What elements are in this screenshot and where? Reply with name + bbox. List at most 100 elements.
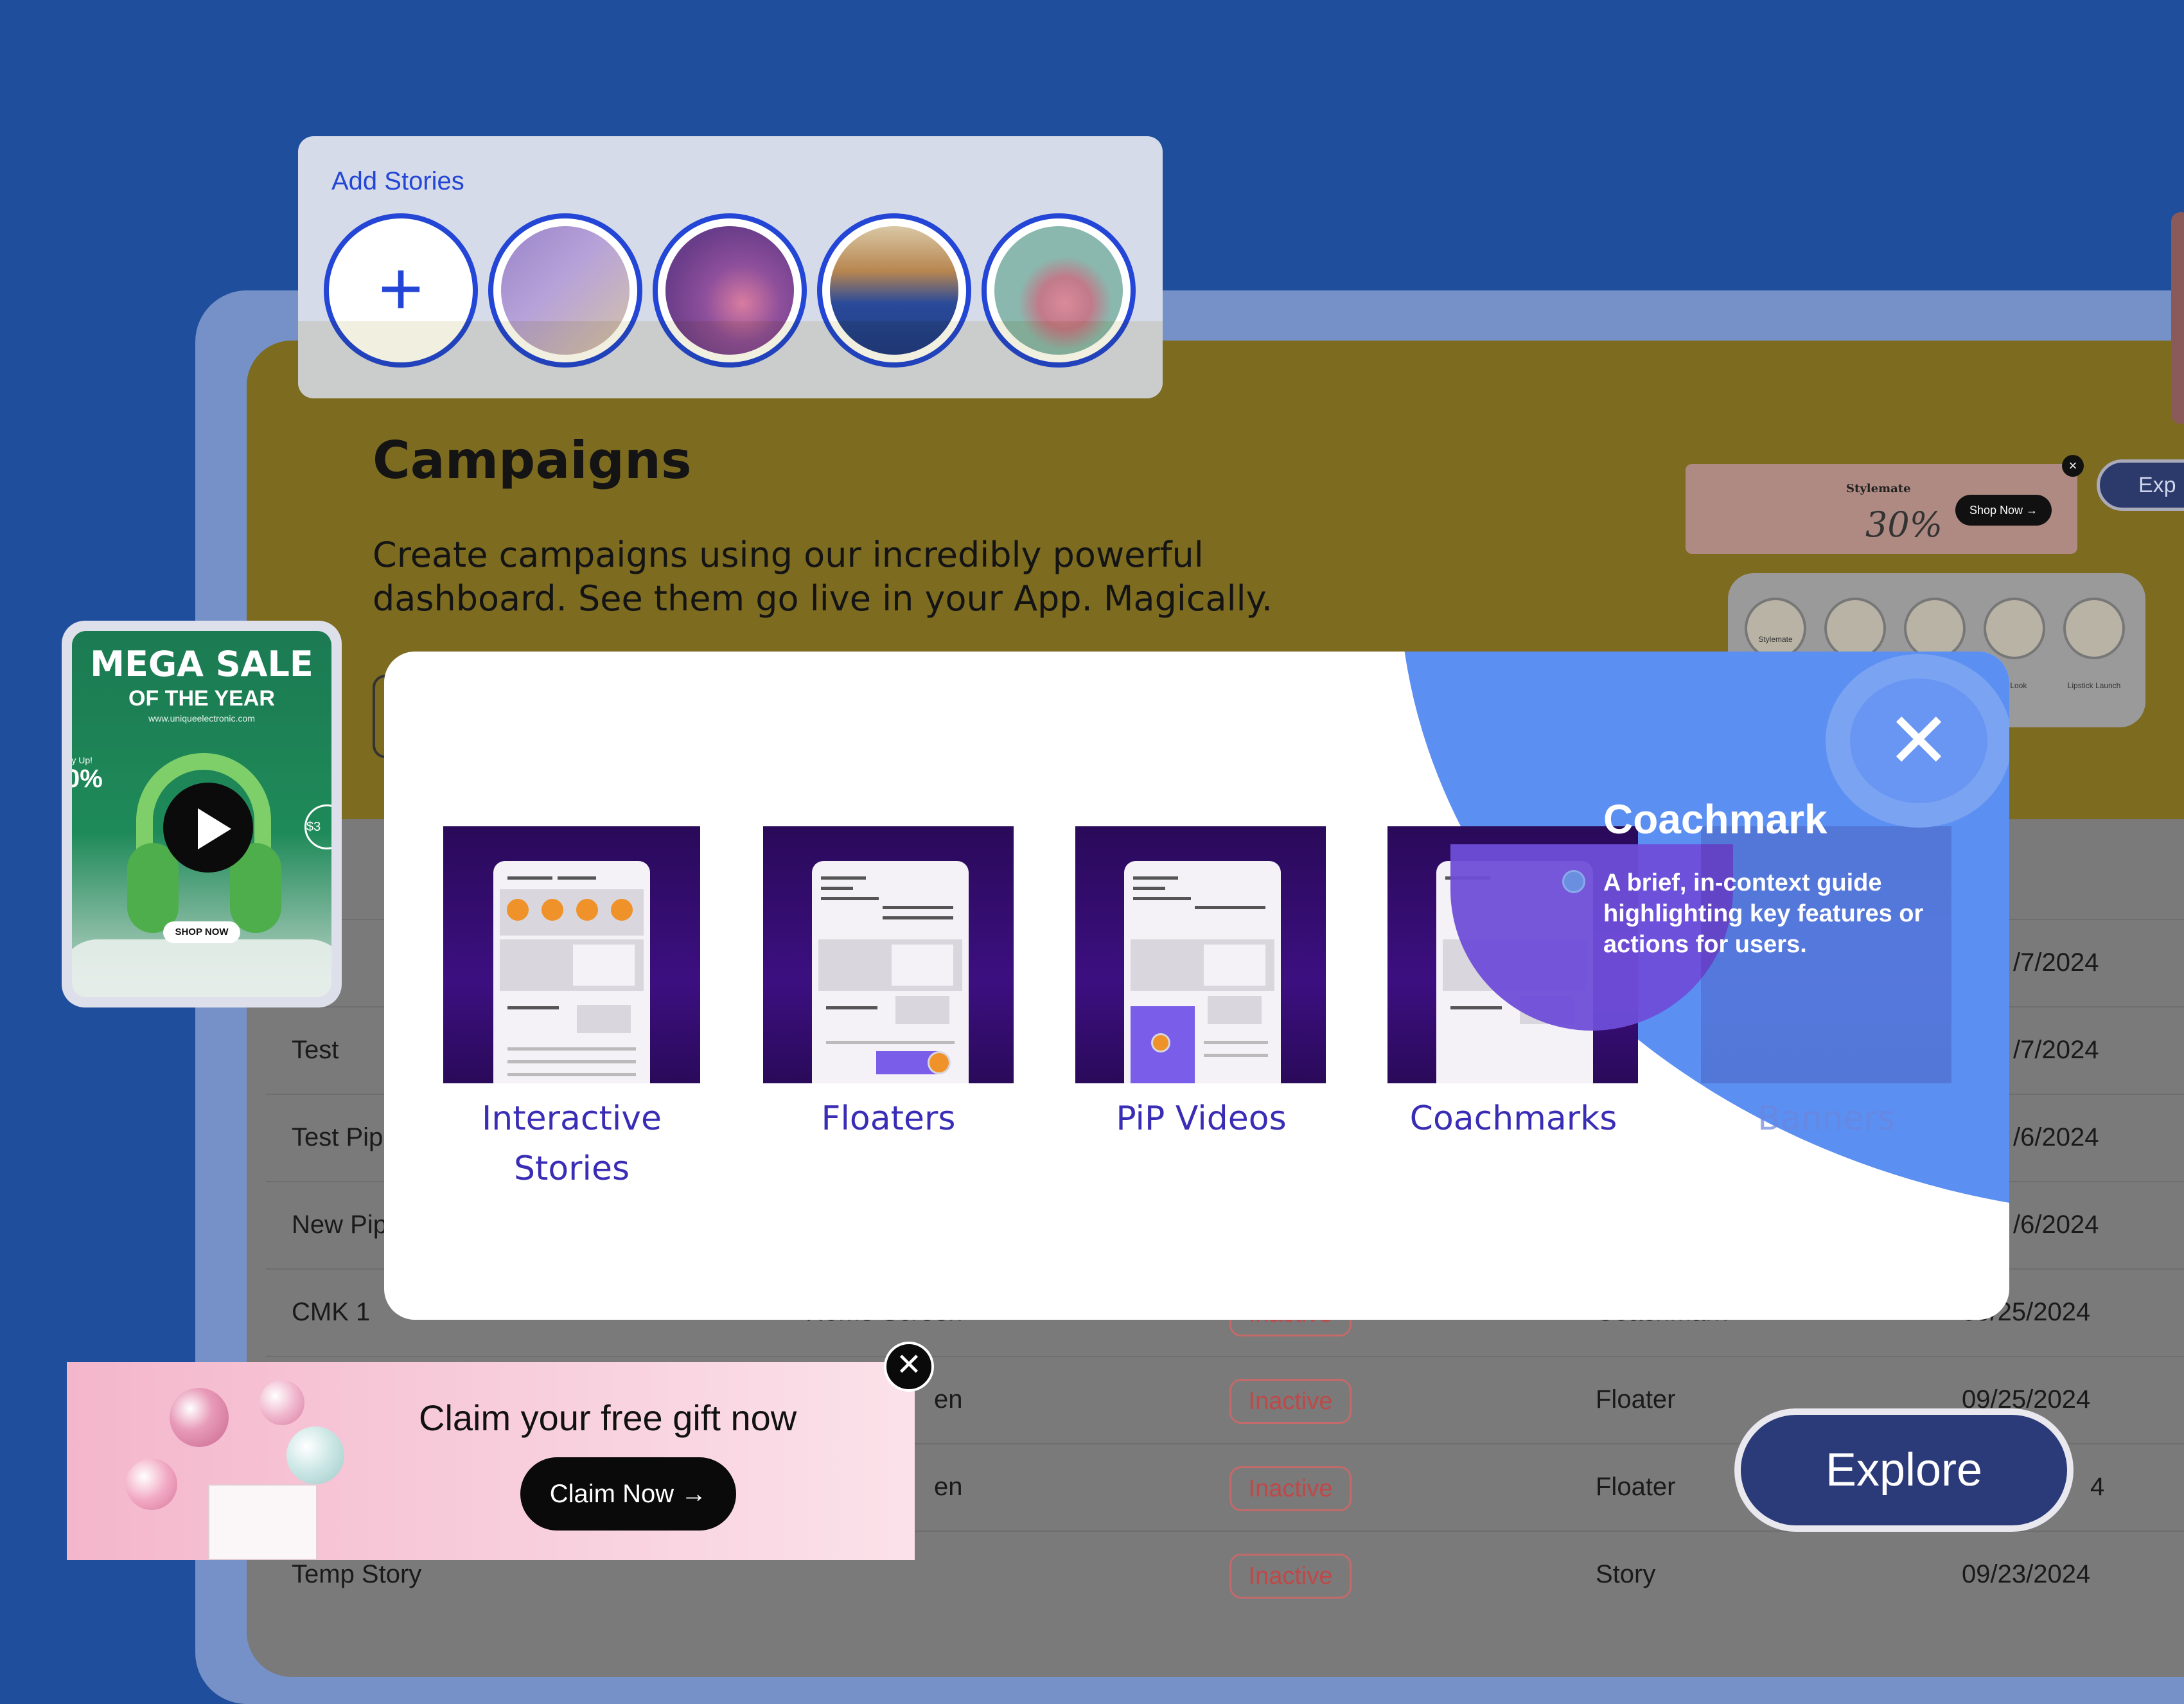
mock-line xyxy=(821,876,866,880)
date-cell: /6/2024 xyxy=(2013,1211,2099,1239)
mock-line xyxy=(826,1006,877,1009)
mini-banner-brand: Stylemate xyxy=(1846,482,1911,495)
plus-icon: + xyxy=(378,245,424,332)
card-label-pip-videos[interactable]: PiP Videos xyxy=(1073,1094,1330,1144)
name-cell: New Pip xyxy=(292,1211,387,1239)
mock-line xyxy=(826,1041,955,1044)
card-interactive-stories[interactable] xyxy=(443,826,700,1083)
card-label-coachmarks[interactable]: Coachmarks xyxy=(1385,1094,1642,1144)
ornament-image xyxy=(126,1459,177,1510)
mock-line xyxy=(1204,1041,1268,1044)
card-label-banners[interactable]: Banners xyxy=(1698,1094,1955,1144)
claim-now-button[interactable]: Claim Now → xyxy=(520,1457,736,1531)
mini-banner-percent: 30% xyxy=(1865,504,1943,545)
mock-grid xyxy=(577,1005,631,1033)
bag-story-image xyxy=(994,226,1123,355)
sale-subtitle: OF THE YEAR xyxy=(128,686,275,711)
mock-line xyxy=(507,1073,636,1076)
mock-play-dot xyxy=(1151,1033,1170,1052)
gift-banner-text: Claim your free gift now xyxy=(419,1398,797,1438)
mini-explore-button[interactable]: Exp xyxy=(2097,459,2184,511)
cloud-decoration xyxy=(72,939,331,997)
mega-sale-creative: MEGA SALE OF THE YEAR www.uniqueelectron… xyxy=(72,631,331,997)
mock-image xyxy=(1204,945,1265,986)
name-cell: Temp Story xyxy=(292,1560,422,1588)
phone-mockup xyxy=(812,861,969,1083)
story-avatar-headphones[interactable] xyxy=(653,213,807,368)
mock-story-dot xyxy=(540,897,565,923)
date-cell: /6/2024 xyxy=(2013,1123,2099,1151)
campaign-type-modal: Interactive Stories Floaters PiP Videos … xyxy=(384,652,2009,1320)
mini-story-avatar xyxy=(1984,598,2045,659)
mock-line xyxy=(507,1006,559,1009)
mock-story-dot xyxy=(505,897,531,923)
close-icon[interactable]: ✕ xyxy=(884,1342,934,1392)
mock-line xyxy=(821,897,879,900)
mock-line xyxy=(1204,1054,1268,1057)
mock-line xyxy=(1450,1006,1502,1009)
card-floaters[interactable] xyxy=(763,826,1014,1083)
mock-line xyxy=(1133,876,1178,880)
name-cell: CMK 1 xyxy=(292,1298,371,1326)
ornament-image xyxy=(260,1380,304,1425)
type-cell: Story xyxy=(1596,1560,1656,1588)
name-cell: Test Pip xyxy=(292,1123,383,1151)
mini-story-avatar xyxy=(1824,598,1886,659)
story-avatar-shirt[interactable] xyxy=(817,213,971,368)
mini-story-label: Lipstick Launch xyxy=(2067,681,2121,690)
pip-video-preview[interactable]: MEGA SALE OF THE YEAR www.uniqueelectron… xyxy=(62,621,342,1007)
status-badge: Inactive xyxy=(1229,1379,1352,1424)
sale-shop-button[interactable]: SHOP NOW xyxy=(163,921,240,943)
mini-story-avatar xyxy=(1745,598,1806,659)
play-icon xyxy=(198,808,231,849)
mock-line xyxy=(883,906,953,909)
phone-mockup xyxy=(493,861,650,1083)
gift-bag-image xyxy=(208,1484,317,1560)
mock-line xyxy=(1133,887,1165,890)
mini-story-label: Stylemate xyxy=(1758,635,1793,644)
coachmark-title: Coachmark xyxy=(1603,796,1827,842)
gift-banner[interactable]: Claim your free gift now Claim Now → ✕ xyxy=(67,1342,934,1560)
mock-story-dot xyxy=(574,897,600,923)
status-badge: Inactive xyxy=(1229,1466,1352,1511)
card-label-interactive-stories[interactable]: Interactive Stories xyxy=(443,1094,700,1194)
card-label-line: Stories xyxy=(513,1149,630,1188)
mock-line xyxy=(821,887,853,890)
ornament-image xyxy=(286,1426,344,1484)
ornament-image xyxy=(170,1388,229,1447)
mini-banner-close-icon[interactable]: × xyxy=(2062,455,2084,477)
mock-line xyxy=(883,916,953,919)
mini-story-avatar xyxy=(2063,598,2125,659)
card-label-floaters[interactable]: Floaters xyxy=(760,1094,1017,1144)
sale-url: www.uniqueelectronic.com xyxy=(148,713,255,723)
mock-story-dot xyxy=(609,897,635,923)
mock-line xyxy=(507,1047,636,1051)
type-cell: Floater xyxy=(1596,1473,1676,1501)
mock-grid xyxy=(1208,996,1262,1024)
sale-title: MEGA SALE xyxy=(90,644,313,684)
headphone-cup-left xyxy=(127,843,179,933)
story-avatar-skincare[interactable] xyxy=(488,213,642,368)
card-pip-videos[interactable] xyxy=(1075,826,1326,1083)
explore-button[interactable]: Explore xyxy=(1734,1408,2074,1532)
skincare-story-image xyxy=(501,226,630,355)
date-cell: 09/23/2024 xyxy=(1962,1560,2091,1588)
mock-floater-dot xyxy=(928,1051,951,1074)
mock-line xyxy=(558,876,596,880)
mini-banner-shop-button[interactable]: Shop Now → xyxy=(1955,495,2052,526)
status-badge: Inactive xyxy=(1229,1554,1352,1599)
mock-line xyxy=(1133,897,1191,900)
mock-image xyxy=(892,945,953,986)
screen-cell: en xyxy=(934,1473,963,1501)
story-avatar-bag[interactable] xyxy=(982,213,1136,368)
close-icon[interactable]: ✕ xyxy=(1850,679,1987,803)
page-description: Create campaigns using our incredibly po… xyxy=(373,535,1273,619)
add-stories-panel: Add Stories + xyxy=(298,136,1163,398)
page-title: Campaigns xyxy=(373,430,692,490)
sale-price-badge: $3 xyxy=(304,804,331,849)
add-story-button[interactable]: + xyxy=(324,213,478,368)
type-cell: Floater xyxy=(1596,1385,1676,1414)
mini-story-avatar xyxy=(1904,598,1966,659)
date-cell: 4 xyxy=(2090,1473,2105,1501)
sale-discount: 0% xyxy=(72,765,103,793)
